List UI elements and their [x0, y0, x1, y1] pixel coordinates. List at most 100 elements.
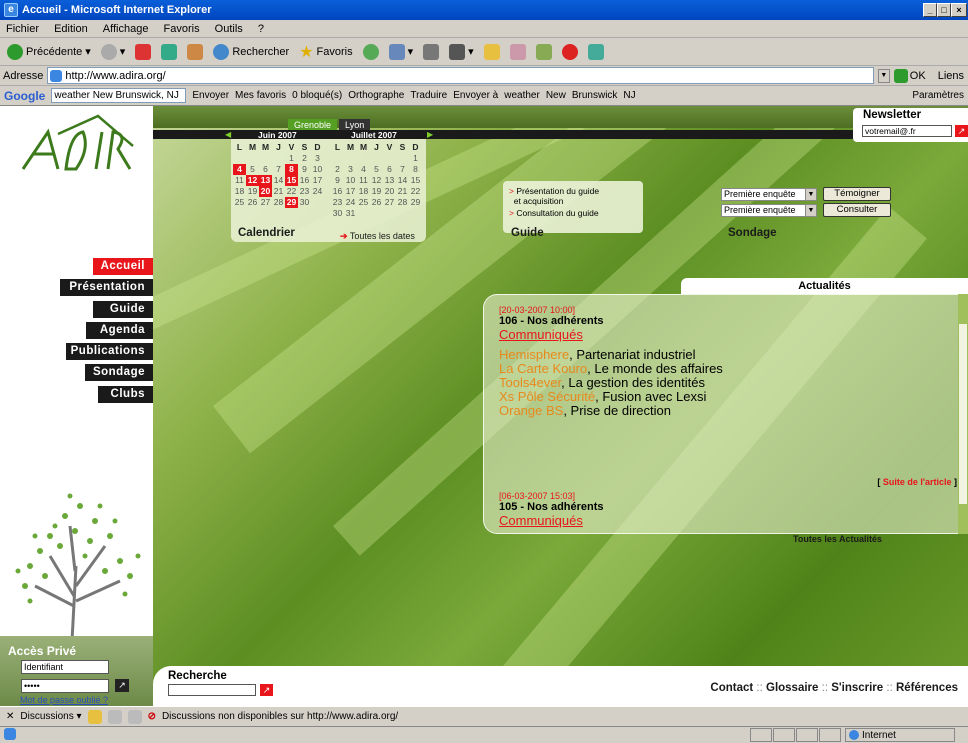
calendar-day[interactable]: 24 [344, 197, 357, 208]
temoigner-button[interactable]: Témoigner [823, 187, 891, 201]
calendar-day[interactable]: 13 [383, 175, 396, 186]
menu-edition[interactable]: Edition [48, 20, 94, 35]
calendar-day[interactable]: 21 [396, 186, 409, 197]
guide-link-presentation[interactable]: > Présentation du guide et acquisition [509, 186, 637, 206]
calendar-day[interactable]: 28 [272, 197, 285, 208]
newsletter-email-input[interactable] [862, 125, 952, 137]
login-button[interactable]: ↗ [115, 679, 129, 692]
go-button[interactable]: OK [893, 68, 926, 83]
calendar-day[interactable]: 29 [285, 197, 298, 208]
menu-favoris[interactable]: Favoris [158, 20, 206, 35]
address-input[interactable]: http://www.adira.org/ [47, 67, 874, 84]
news-item[interactable]: Hemisphere, Partenariat industriel [499, 348, 967, 362]
calendar-day[interactable]: 25 [357, 197, 370, 208]
favorites-button[interactable]: ★ Favoris [296, 41, 355, 63]
print-button[interactable] [420, 41, 442, 63]
refresh-button[interactable] [158, 41, 180, 63]
calendar-day[interactable]: 24 [311, 186, 324, 197]
nav-accueil[interactable]: Accueil [93, 258, 153, 275]
calendar-day[interactable]: 22 [285, 186, 298, 197]
calendar-day[interactable]: 4 [233, 164, 246, 175]
scrollbar-thumb[interactable] [959, 324, 967, 504]
news-category-link[interactable]: Communiqués [499, 513, 604, 528]
discussions-menu[interactable]: Discussions ▾ [20, 711, 81, 722]
calendar-day[interactable]: 6 [383, 164, 396, 175]
nav-publications[interactable]: Publications [66, 343, 153, 361]
calendar-day[interactable]: 30 [298, 197, 311, 208]
calendar-day[interactable]: 3 [344, 164, 357, 175]
discussion-icon[interactable] [87, 709, 102, 724]
google-favs-button[interactable]: Mes favoris [235, 90, 286, 101]
calendar-day[interactable]: 27 [259, 197, 272, 208]
calendar-day[interactable]: 9 [298, 164, 311, 175]
calendar-day[interactable]: 13 [259, 175, 272, 186]
footer-glossaire[interactable]: Glossaire [766, 682, 818, 694]
survey-select-1[interactable]: Première enquête ▼ [721, 188, 817, 201]
google-settings[interactable]: Paramètres [912, 90, 968, 101]
calendar-day[interactable]: 17 [344, 186, 357, 197]
password-input[interactable] [21, 679, 109, 693]
nav-presentation[interactable]: Présentation [60, 279, 153, 297]
maximize-button[interactable]: □ [937, 3, 951, 17]
calendar-day[interactable]: 2 [331, 164, 344, 175]
calendar-day[interactable]: 21 [272, 186, 285, 197]
calendar-day[interactable]: 15 [409, 175, 422, 186]
nav-agenda[interactable]: Agenda [86, 321, 153, 339]
links-label[interactable]: Liens [938, 70, 964, 82]
next-month-icon[interactable]: ▶ [427, 130, 433, 139]
news-category-link[interactable]: Communiqués [499, 327, 967, 342]
footer-sinscrire[interactable]: S'inscrire [831, 682, 883, 694]
google-bookmark-weather[interactable]: weather [504, 90, 540, 101]
calendar-day[interactable]: 14 [396, 175, 409, 186]
calendar-day[interactable]: 16 [298, 175, 311, 186]
calendar-day[interactable]: 5 [246, 164, 259, 175]
calendar-day[interactable]: 23 [331, 197, 344, 208]
translate-button[interactable]: Traduire [410, 90, 447, 101]
spellcheck-button[interactable]: Orthographe [348, 90, 404, 101]
news-scrollbar[interactable] [958, 294, 968, 534]
research-button[interactable] [507, 41, 529, 63]
menu-outils[interactable]: Outils [209, 20, 249, 35]
calendar-day[interactable]: 27 [383, 197, 396, 208]
consulter-button[interactable]: Consulter [823, 203, 891, 217]
calendar-day[interactable]: 26 [370, 197, 383, 208]
calendar-day[interactable]: 3 [311, 153, 324, 164]
close-icon[interactable]: ✕ [6, 711, 14, 722]
calendar-day[interactable]: 29 [409, 197, 422, 208]
calendar-day[interactable]: 10 [344, 175, 357, 186]
site-search-button[interactable]: ↗ [260, 684, 273, 696]
adira-logo[interactable] [18, 114, 138, 174]
calendar-day[interactable]: 8 [409, 164, 422, 175]
google-bookmark-brunswick[interactable]: Brunswick [572, 90, 618, 101]
messenger-button[interactable] [533, 41, 555, 63]
username-input[interactable] [21, 660, 109, 674]
calendar-day[interactable]: 14 [272, 175, 285, 186]
calendar-day[interactable]: 4 [357, 164, 370, 175]
calendar-day[interactable]: 11 [233, 175, 246, 186]
site-search-input[interactable] [168, 684, 256, 696]
edit-button[interactable]: ▾ [446, 41, 477, 63]
calendar-day[interactable]: 31 [344, 208, 357, 219]
news-item[interactable]: Orange BS, Prise de direction [499, 404, 967, 418]
calendar-day[interactable]: 23 [298, 186, 311, 197]
calendar-day[interactable]: 10 [311, 164, 324, 175]
survey-select-2[interactable]: Première enquête ▼ [721, 204, 817, 217]
back-button[interactable]: Précédente ▾ [4, 41, 94, 63]
calendar-day[interactable]: 20 [383, 186, 396, 197]
guide-link-consultation[interactable]: > Consultation du guide [509, 208, 637, 218]
nav-sondage[interactable]: Sondage [85, 364, 153, 382]
calendar-day[interactable]: 28 [396, 197, 409, 208]
calendar-day[interactable]: 18 [233, 186, 246, 197]
footer-contact[interactable]: Contact [710, 682, 753, 694]
calendar-day[interactable]: 26 [246, 197, 259, 208]
news-item[interactable]: Xs Pôle Sécurité, Fusion avec Lexsi [499, 390, 967, 404]
calendar-day[interactable]: 19 [246, 186, 259, 197]
calendar-day[interactable]: 8 [285, 164, 298, 175]
google-send-button[interactable]: Envoyer [192, 90, 229, 101]
popup-blocker[interactable]: 0 bloqué(s) [292, 90, 342, 101]
calendar-day[interactable]: 30 [331, 208, 344, 219]
calendar-day[interactable]: 6 [259, 164, 272, 175]
google-bookmark-new[interactable]: New [546, 90, 566, 101]
address-dropdown[interactable]: ▼ [877, 68, 890, 83]
discussion-icon[interactable] [107, 709, 122, 724]
